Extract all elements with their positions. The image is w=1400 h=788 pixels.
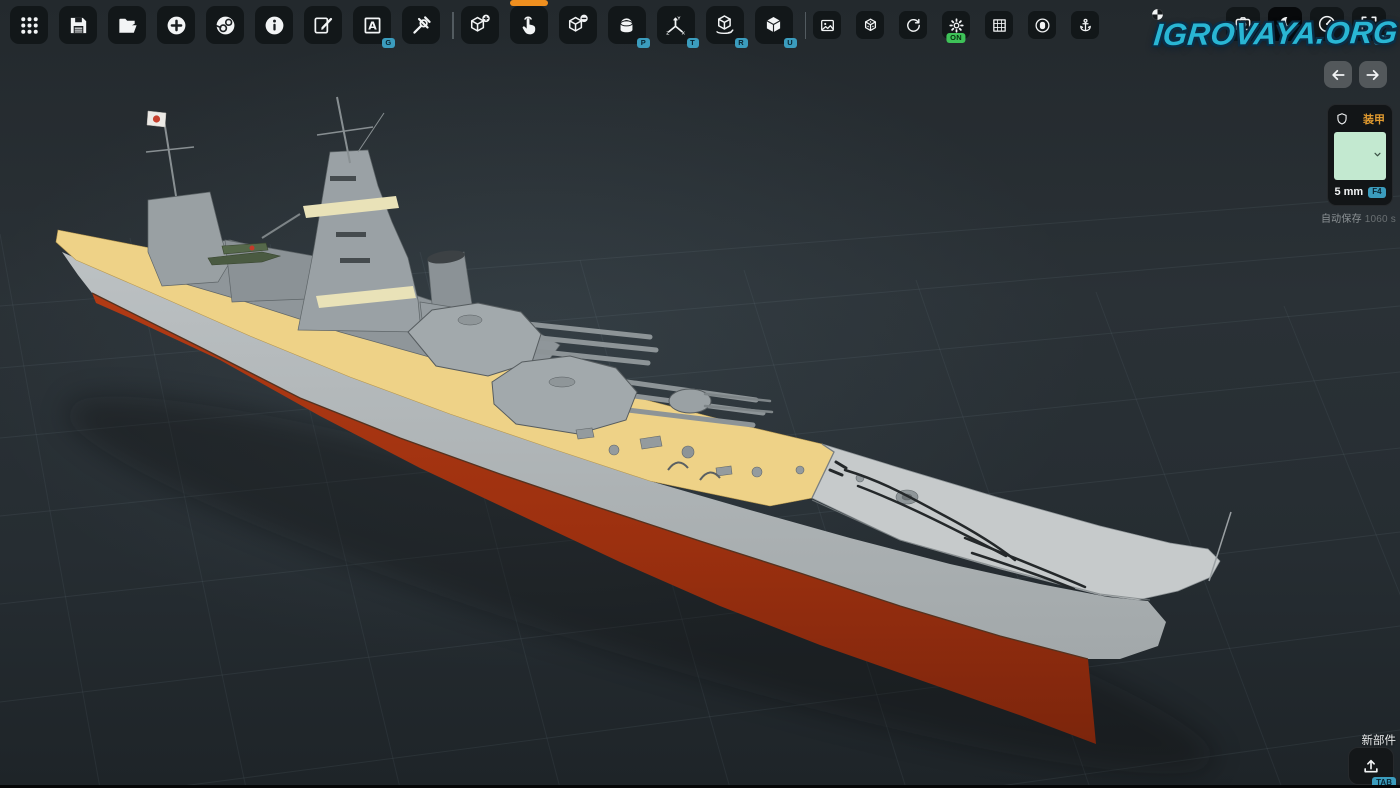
battleship-model[interactable] — [45, 97, 1235, 788]
hammer-wrench-icon — [410, 14, 433, 37]
autosave-label: 自动保存 — [1321, 214, 1362, 225]
select-tool-button[interactable] — [510, 6, 548, 44]
steam-workshop-button[interactable] — [206, 6, 244, 44]
new-part-label: 新部件 — [1362, 732, 1397, 748]
left-arrow-icon — [1330, 67, 1346, 83]
svg-text:Y: Y — [677, 15, 681, 21]
grid-icon — [991, 17, 1008, 34]
anchor-point-button[interactable] — [1071, 11, 1099, 39]
svg-text:A: A — [368, 19, 377, 32]
autosave-status: 自动保存 1060 s — [1321, 210, 1396, 225]
save-icon — [67, 14, 90, 37]
hotkey-badge: P — [637, 38, 649, 49]
cube-plus-icon — [468, 14, 491, 37]
secondary-turret — [669, 389, 711, 413]
hotkey-badge: T — [687, 38, 699, 49]
app-menu-button[interactable] — [10, 6, 48, 44]
new-add-button[interactable] — [157, 6, 195, 44]
svg-text:Z: Z — [666, 30, 669, 36]
moon-icon — [1275, 14, 1295, 34]
armor-panel-footer: 5 mm F4 — [1334, 186, 1386, 198]
right-arrow-icon — [1365, 67, 1381, 83]
hotkey-badge: F3 — [1374, 35, 1390, 46]
armor-thickness-value: 5 mm — [1334, 186, 1363, 198]
layout-frame-icon — [1359, 14, 1379, 34]
steam-icon — [214, 14, 237, 37]
camera-button[interactable] — [1028, 11, 1056, 39]
build-tools-button[interactable] — [402, 6, 440, 44]
toolbar-separator — [452, 12, 454, 39]
history-controls — [1324, 61, 1387, 88]
hotkey-badge: F4 — [1368, 187, 1385, 198]
background-image-button[interactable] — [813, 11, 841, 39]
redo-button[interactable] — [1359, 61, 1387, 88]
autosave-countdown: 1060 s — [1365, 214, 1396, 225]
screenshot-icon — [1233, 14, 1253, 34]
add-block-button[interactable] — [461, 6, 499, 44]
ui-layout-button[interactable]: F3 — [1352, 7, 1386, 41]
gauge-button[interactable] — [1310, 7, 1344, 41]
svg-text:X: X — [682, 30, 686, 36]
shield-icon — [1335, 111, 1349, 127]
hotkey-badge: U — [784, 38, 797, 49]
viewport-3d[interactable] — [0, 0, 1400, 788]
mirror-tool-button[interactable]: U — [755, 6, 793, 44]
state-badge: ON — [947, 33, 966, 44]
solid-cube-icon — [762, 14, 785, 37]
settings-button[interactable]: ON — [942, 11, 970, 39]
plus-circle-icon — [165, 14, 188, 37]
translate-axes-button[interactable]: YZXT — [657, 6, 695, 44]
topright-toolbar: F3 — [1226, 7, 1386, 41]
rotate-arrow-icon — [905, 17, 922, 34]
main-toolbar: AG P YZXT R U ON — [10, 6, 1165, 44]
chevron-down-icon — [1371, 148, 1384, 161]
paint-bucket-icon — [615, 14, 638, 37]
text-tool-icon: A — [361, 14, 384, 37]
screenshot-button[interactable] — [1226, 7, 1260, 41]
gauge-icon — [1317, 14, 1337, 34]
info-button[interactable] — [255, 6, 293, 44]
undo-button[interactable] — [1324, 61, 1352, 88]
flag-red-dot — [153, 115, 160, 122]
new-part-button[interactable]: TAB — [1348, 747, 1394, 785]
hotkey-badge: R — [735, 38, 748, 49]
armor-panel-title: 装甲 — [1363, 111, 1385, 127]
block-dice-button[interactable] — [856, 11, 884, 39]
open-folder-button[interactable] — [108, 6, 146, 44]
app-menu-icon — [18, 14, 41, 37]
cube-minus-icon — [566, 14, 589, 37]
center-of-mass-icon — [1150, 7, 1165, 22]
save-button[interactable] — [59, 6, 97, 44]
editor-window: AG P YZXT R U ON F3 IGROVAYA.ORG — [0, 0, 1400, 788]
rotate-block-button[interactable]: R — [706, 6, 744, 44]
night-mode-button[interactable] — [1268, 7, 1302, 41]
info-icon — [263, 14, 286, 37]
xyz-axes-icon: Y Z X — [664, 14, 687, 37]
paint-tool-button[interactable]: P — [608, 6, 646, 44]
image-icon — [819, 17, 836, 34]
armor-panel: 装甲 5 mm F4 — [1327, 104, 1393, 206]
upload-arrow-icon — [1361, 756, 1381, 776]
toolbar-separator — [805, 12, 807, 39]
armor-panel-header: 装甲 — [1334, 111, 1386, 127]
hand-select-icon — [517, 14, 540, 37]
dice-cube-icon — [862, 17, 879, 34]
open-folder-icon — [116, 14, 139, 37]
remove-block-button[interactable] — [559, 6, 597, 44]
reset-rotation-button[interactable] — [899, 11, 927, 39]
anchor-icon — [1077, 17, 1094, 34]
text-tool-button[interactable]: AG — [353, 6, 391, 44]
hotkey-badge: G — [382, 38, 395, 49]
armor-material-swatch[interactable] — [1334, 132, 1386, 180]
bow-jackstaff — [1209, 512, 1231, 581]
cube-rotate-icon — [713, 14, 736, 37]
gear-icon — [948, 17, 965, 34]
camera-icon — [1034, 17, 1051, 34]
edit-pencil-icon — [312, 14, 335, 37]
edit-note-button[interactable] — [304, 6, 342, 44]
scene-canvas[interactable] — [0, 0, 1400, 788]
grid-snap-button[interactable] — [985, 11, 1013, 39]
